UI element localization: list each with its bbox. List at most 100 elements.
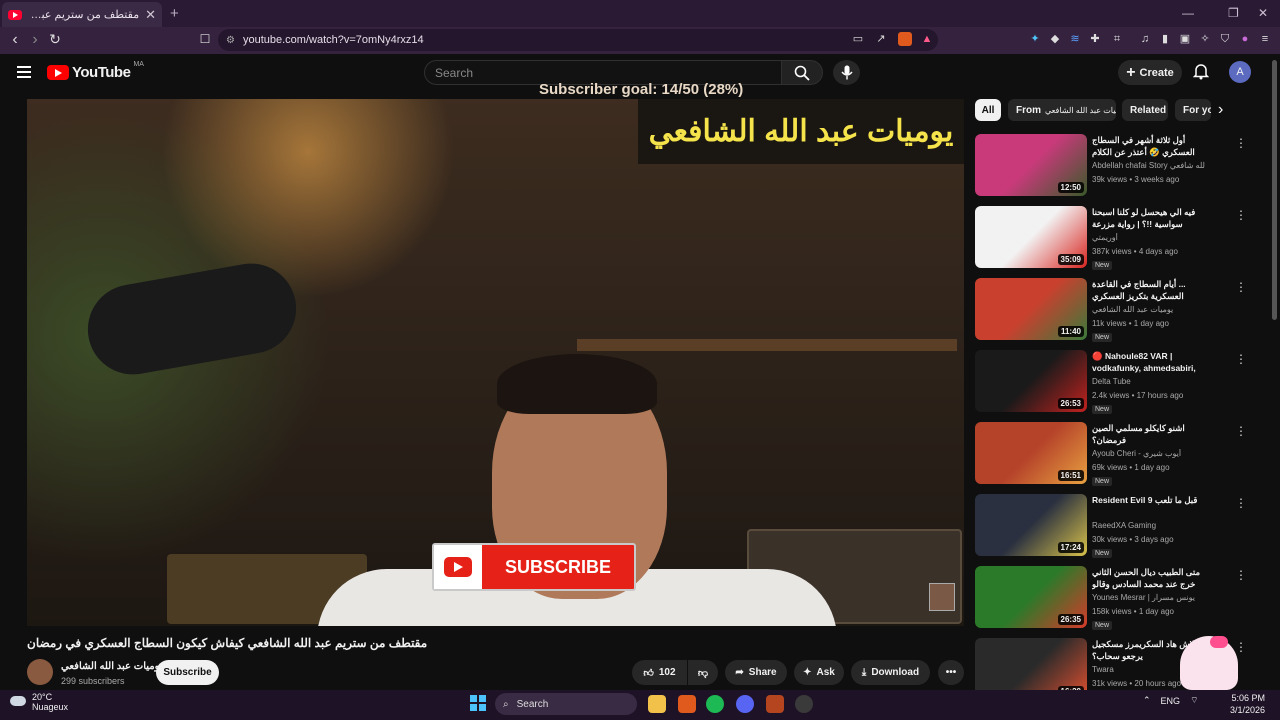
profile-icon[interactable]: ● <box>1238 32 1252 46</box>
recommendation-thumbnail[interactable]: 26:35 <box>975 566 1087 628</box>
screenshot-icon[interactable]: ⌗ <box>1110 32 1124 46</box>
tab-close-icon[interactable]: ✕ <box>145 7 156 23</box>
channel-name[interactable]: يوميات عبد الله الشافعي <box>61 661 163 672</box>
more-vertical-icon[interactable]: ⋮ <box>1235 424 1247 438</box>
more-vertical-icon[interactable]: ⋮ <box>1235 496 1247 510</box>
guide-menu-icon[interactable] <box>17 66 31 78</box>
recommendation-thumbnail[interactable]: 17:24 <box>975 494 1087 556</box>
recommendation-title[interactable]: فيه الي هيحسل لو كلنا اسبحنا سواسية !!؟ … <box>1092 206 1205 230</box>
site-info-icon[interactable]: ⚙ <box>226 35 235 46</box>
taskbar-search[interactable]: ⌕ Search <box>495 693 637 715</box>
voice-search-button[interactable] <box>833 60 860 85</box>
recommendation-thumbnail[interactable]: 12:50 <box>975 134 1087 196</box>
more-vertical-icon[interactable]: ⋮ <box>1235 136 1247 150</box>
chip-all[interactable]: All <box>975 99 1001 121</box>
more-vertical-icon[interactable]: ⋮ <box>1235 280 1247 294</box>
extension-translate-icon[interactable]: ✦ <box>1028 32 1042 46</box>
browser-tab[interactable]: مقتطف من ستريم عبد الله الشافعي ✕ <box>2 2 162 27</box>
ask-button[interactable]: ✦ Ask <box>794 660 844 685</box>
more-actions-button[interactable]: ••• <box>938 660 964 685</box>
minimize-icon[interactable]: — <box>1182 6 1194 20</box>
share-page-icon[interactable]: ↗ <box>874 32 888 46</box>
wallet-icon[interactable]: ▣ <box>1178 32 1192 46</box>
channel-watermark[interactable] <box>929 583 955 611</box>
more-vertical-icon[interactable]: ⋮ <box>1235 568 1247 582</box>
recommendation-item[interactable]: 11:40 ... أيام السطاج في القاعدة العسكرية… <box>975 278 1265 342</box>
leo-ai-icon[interactable]: ✧ <box>1198 32 1212 46</box>
recommendation-thumbnail[interactable]: 26:53 <box>975 350 1087 412</box>
extension-diamond-icon[interactable]: ◆ <box>1048 32 1062 46</box>
recommendation-channel[interactable]: يوميات عبد الله الشافعي <box>1092 305 1205 314</box>
account-avatar[interactable]: A <box>1229 61 1251 83</box>
brave-beta-icon[interactable] <box>766 695 784 713</box>
sidebar-icon[interactable]: ▮ <box>1158 32 1172 46</box>
spotify-icon[interactable] <box>706 695 724 713</box>
wifi-icon[interactable]: ⌔ <box>1190 695 1198 706</box>
weather-widget[interactable]: 20°C Nuageux <box>10 692 68 712</box>
chip-from-channel[interactable]: From يوميات عبد الله الشافعي <box>1008 99 1116 121</box>
recommendation-channel[interactable]: Delta Tube <box>1092 377 1205 386</box>
recommendation-item[interactable]: 26:35 متى الطبيب ديال الحسن الثاني خرج عن… <box>975 566 1265 630</box>
new-tab-button[interactable]: + <box>170 5 179 22</box>
tray-chevron-icon[interactable]: ⌃ <box>1143 695 1151 706</box>
extension-sound-icon[interactable]: ≋ <box>1068 32 1082 46</box>
recommendation-channel[interactable]: Abdellah chafai Story عبد الله شافعي <box>1092 161 1205 170</box>
more-vertical-icon[interactable]: ⋮ <box>1235 208 1247 222</box>
app-icon[interactable] <box>795 695 813 713</box>
like-button[interactable]: 👍︎ 102 <box>632 660 687 685</box>
windows-start-icon[interactable] <box>470 695 488 713</box>
page-scrollbar[interactable] <box>1272 60 1277 320</box>
share-button[interactable]: ➦ Share <box>725 660 787 685</box>
recommendation-item[interactable]: 16:51 اشنو كايكلو مسلمي الصين فرمضان؟ Ayou… <box>975 422 1265 486</box>
back-icon[interactable]: ‹ <box>5 31 25 49</box>
recommendation-title[interactable]: أول ثلاثة أشهر في السطاج العسكري 🤣 أعتذر… <box>1092 134 1205 158</box>
recommendation-channel[interactable]: Younes Mesrar | يونس مسرار <box>1092 593 1205 602</box>
search-button[interactable] <box>781 60 823 85</box>
recommendation-channel[interactable]: RaeedXA Gaming <box>1092 521 1205 530</box>
bookmark-icon[interactable]: ☐ <box>195 32 215 46</box>
cast-icon[interactable]: ▭ <box>851 32 865 46</box>
recommendation-title[interactable]: 🔴 Nahoule82 VAR | vodkafunky, ahmedsabir… <box>1092 350 1205 374</box>
create-button[interactable]: + Create <box>1118 60 1182 85</box>
recommendation-title[interactable]: متى الطبيب ديال الحسن الثاني خرج عند محم… <box>1092 566 1205 590</box>
recommendation-channel[interactable]: أوريمتي <box>1092 233 1205 242</box>
address-bar[interactable]: ⚙ youtube.com/watch?v=7omNy4rxz14 <box>218 29 938 51</box>
recommendation-item[interactable]: 17:24 Resident Evil 9 قبل ما تلعب RaeedXA … <box>975 494 1265 558</box>
media-icon[interactable]: ♫ <box>1138 32 1152 46</box>
recommendation-thumbnail[interactable]: 11:40 <box>975 278 1087 340</box>
maximize-icon[interactable]: ❐ <box>1228 6 1239 20</box>
recommendation-thumbnail[interactable]: 35:09 <box>975 206 1087 268</box>
dislike-button[interactable]: 👎︎ <box>688 660 718 685</box>
recommendation-item[interactable]: 26:53 🔴 Nahoule82 VAR | vodkafunky, ahmed… <box>975 350 1265 414</box>
brave-browser-icon[interactable] <box>678 695 696 713</box>
chips-next-chevron-icon[interactable]: › <box>1218 101 1223 119</box>
vpn-shield-icon[interactable]: ⛉ <box>1218 32 1232 46</box>
system-clock[interactable]: 5:06 PM 3/1/2026 <box>1230 692 1265 716</box>
menu-icon[interactable]: ≡ <box>1258 32 1272 46</box>
recommendation-item[interactable]: 35:09 فيه الي هيحسل لو كلنا اسبحنا سواسية… <box>975 206 1265 270</box>
youtube-logo[interactable]: YouTube MA <box>47 61 144 81</box>
rewards-icon[interactable]: ▲ <box>920 32 934 46</box>
video-player[interactable]: يوميات عبد الله الشافعي SUBSCRIBE <box>27 99 964 626</box>
chip-for-you[interactable]: For yo <box>1175 99 1211 121</box>
recommendation-title[interactable]: Resident Evil 9 قبل ما تلعب <box>1092 494 1205 506</box>
reload-icon[interactable]: ↻ <box>45 31 65 48</box>
extensions-puzzle-icon[interactable]: ✚ <box>1088 32 1102 46</box>
recommendation-title[interactable]: ... أيام السطاج في القاعدة العسكرية بتكر… <box>1092 278 1205 302</box>
forward-icon[interactable]: › <box>25 31 45 49</box>
window-close-icon[interactable]: ✕ <box>1258 6 1268 20</box>
chip-related[interactable]: Related <box>1122 99 1168 121</box>
more-vertical-icon[interactable]: ⋮ <box>1235 640 1247 654</box>
download-button[interactable]: ⤓ Download <box>851 660 930 685</box>
subscribe-button[interactable]: Subscribe <box>156 660 219 685</box>
recommendation-channel[interactable]: Ayoub Cheri - أيوب شيري <box>1092 449 1205 458</box>
recommendation-item[interactable]: 12:50 أول ثلاثة أشهر في السطاج العسكري 🤣 … <box>975 134 1265 196</box>
lang-indicator[interactable]: ENG <box>1161 696 1181 706</box>
channel-avatar[interactable] <box>27 659 53 685</box>
more-vertical-icon[interactable]: ⋮ <box>1235 352 1247 366</box>
brave-shields-icon[interactable] <box>898 32 912 46</box>
discord-icon[interactable] <box>736 695 754 713</box>
file-explorer-icon[interactable] <box>648 695 666 713</box>
recommendation-thumbnail[interactable]: 16:51 <box>975 422 1087 484</box>
notifications-bell-icon[interactable] <box>1192 63 1210 85</box>
